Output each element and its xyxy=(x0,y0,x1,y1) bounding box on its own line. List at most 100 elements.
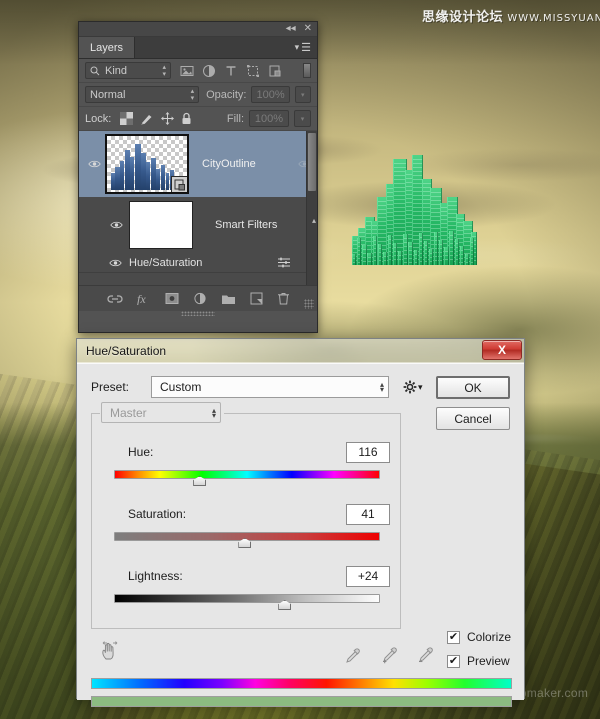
opacity-input[interactable]: 100% xyxy=(251,86,290,103)
city-tower-small xyxy=(393,243,398,265)
filter-kind-spinner[interactable]: ▴ ▾ xyxy=(157,64,166,78)
photoshop-screenshot: 思缘设计论坛 WWW.MISSYUAN.COM photoshopmaker.c… xyxy=(0,0,600,719)
layers-panel-titlebar: ◂◂ ✕ xyxy=(79,22,317,37)
lock-all-icon[interactable] xyxy=(181,112,192,125)
smart-filter-row-hue-saturation[interactable]: Hue/Saturation xyxy=(79,253,317,273)
type-filter-icon[interactable] xyxy=(224,64,238,78)
lock-transparency-icon[interactable] xyxy=(120,112,134,125)
cancel-button[interactable]: Cancel xyxy=(436,407,510,430)
city-tower-small xyxy=(357,237,362,265)
ok-button[interactable]: OK xyxy=(436,376,510,399)
colorize-checkbox-row[interactable]: ✔ Colorize xyxy=(447,630,511,644)
preview-label: Preview xyxy=(467,654,510,668)
city-tower-small xyxy=(469,237,475,265)
city-tower-small xyxy=(439,239,444,265)
panel-drag-handle[interactable] xyxy=(181,311,215,316)
preview-checkbox[interactable]: ✔ xyxy=(447,654,460,668)
filter-enable-toggle[interactable] xyxy=(303,63,311,78)
preset-select[interactable]: Custom ▴ ▾ xyxy=(151,376,389,398)
layer-name-cityoutline: CityOutline xyxy=(202,158,256,170)
smart-filter-mask-thumbnail[interactable] xyxy=(129,201,193,249)
scrollbar-thumb[interactable] xyxy=(308,133,316,191)
blending-options-icon[interactable] xyxy=(277,257,291,268)
city-tower-small xyxy=(403,234,408,265)
fill-dropdown-button[interactable]: ▾ xyxy=(294,110,311,127)
add-mask-icon[interactable] xyxy=(165,292,179,305)
shape-filter-icon[interactable] xyxy=(246,64,260,78)
hue-value-input[interactable]: 116 xyxy=(346,441,390,463)
source-hue-spectrum xyxy=(91,678,512,689)
lock-position-icon[interactable] xyxy=(161,112,175,125)
layer-row-cityoutline[interactable]: CityOutline xyxy=(79,131,317,197)
lightness-track xyxy=(114,594,380,603)
adjustment-filter-icon[interactable] xyxy=(202,64,216,78)
opacity-dropdown-button[interactable]: ▾ xyxy=(294,86,311,103)
gear-icon xyxy=(403,380,417,394)
lightness-label: Lightness: xyxy=(128,569,183,583)
saturation-slider[interactable] xyxy=(114,532,380,548)
svg-text:fx: fx xyxy=(137,292,146,305)
link-layers-icon[interactable] xyxy=(106,293,123,305)
close-icon[interactable]: ✕ xyxy=(304,24,312,34)
eyedropper-add-icon[interactable] xyxy=(381,646,399,664)
ok-button-label: OK xyxy=(464,380,482,395)
layer-list-scrollbar[interactable] xyxy=(306,131,317,285)
city-tower-small xyxy=(362,245,367,265)
eye-icon[interactable] xyxy=(109,258,122,268)
blend-mode-spinner[interactable]: ▴ ▾ xyxy=(186,88,195,102)
panel-menu-button[interactable]: ▾ ☰ xyxy=(295,37,317,58)
new-group-icon[interactable] xyxy=(221,293,236,305)
city-tower-small xyxy=(398,250,403,265)
fill-input[interactable]: 100% xyxy=(249,110,289,127)
city-tower-small xyxy=(418,233,423,265)
new-adjustment-layer-icon[interactable] xyxy=(193,292,207,305)
layer-style-fx-icon[interactable]: fx xyxy=(137,292,151,305)
panel-resize-grip[interactable] xyxy=(304,299,314,309)
search-icon xyxy=(90,66,100,75)
preset-spinner[interactable]: ▴ ▾ xyxy=(380,381,384,394)
layer-thumbnail-cityoutline[interactable] xyxy=(105,134,189,194)
pixel-filter-icon[interactable] xyxy=(180,64,194,78)
delete-layer-icon[interactable] xyxy=(277,292,290,305)
lightness-slider[interactable] xyxy=(114,594,380,610)
colorize-label: Colorize xyxy=(467,630,512,644)
lock-row: Lock: Fill: 100% ▾ xyxy=(79,107,317,131)
city-tower-small xyxy=(377,244,382,265)
dialog-close-button[interactable]: X xyxy=(482,340,522,360)
city-tower-small xyxy=(382,251,387,265)
colorize-checkbox[interactable]: ✔ xyxy=(447,630,460,644)
preview-checkbox-row[interactable]: ✔ Preview xyxy=(447,654,510,668)
city-tower-small xyxy=(352,254,357,265)
saturation-slider-block: Saturation: 41 xyxy=(92,503,402,548)
new-layer-icon[interactable] xyxy=(250,292,263,305)
eyedropper-icon[interactable] xyxy=(345,646,363,664)
lightness-value-input[interactable]: +24 xyxy=(346,565,390,587)
eyedropper-group xyxy=(345,646,435,664)
dialog-titlebar[interactable]: Hue/Saturation X xyxy=(77,339,524,363)
smart-filters-row[interactable]: Smart Filters xyxy=(79,197,317,253)
filter-kind-select[interactable]: Kind ▴ ▾ xyxy=(85,62,171,79)
smart-filters-visibility-toggle[interactable] xyxy=(105,220,127,230)
channel-spinner[interactable]: ▴ ▾ xyxy=(212,406,216,419)
city-tower-small xyxy=(454,238,459,265)
layer-visibility-toggle[interactable] xyxy=(83,159,105,169)
tab-layers[interactable]: Layers xyxy=(79,37,136,58)
saturation-value: 41 xyxy=(361,507,375,521)
filter-kind-label: Kind xyxy=(105,64,128,77)
saturation-value-input[interactable]: 41 xyxy=(346,503,390,525)
close-icon: X xyxy=(497,343,506,357)
blend-mode-select[interactable]: Normal ▴ ▾ xyxy=(85,86,200,103)
hue-header: Hue: 116 xyxy=(92,441,402,463)
collapse-icon[interactable]: ◂◂ xyxy=(286,24,296,34)
eyedropper-subtract-icon[interactable] xyxy=(417,646,435,664)
smartobject-filter-icon[interactable] xyxy=(268,64,282,78)
channel-select[interactable]: Master ▴ ▾ xyxy=(101,402,221,423)
lock-image-icon[interactable] xyxy=(140,112,154,125)
scroll-up-arrow-icon[interactable]: ▴ xyxy=(312,216,316,225)
layer-filter-row: Kind ▴ ▾ xyxy=(79,59,317,83)
city-tower-small xyxy=(459,246,464,265)
city-tower-small xyxy=(428,248,434,265)
hue-slider[interactable] xyxy=(114,470,380,486)
preset-options-button[interactable]: ▾ xyxy=(403,380,423,394)
on-image-adjust-hand-icon[interactable] xyxy=(99,640,121,662)
